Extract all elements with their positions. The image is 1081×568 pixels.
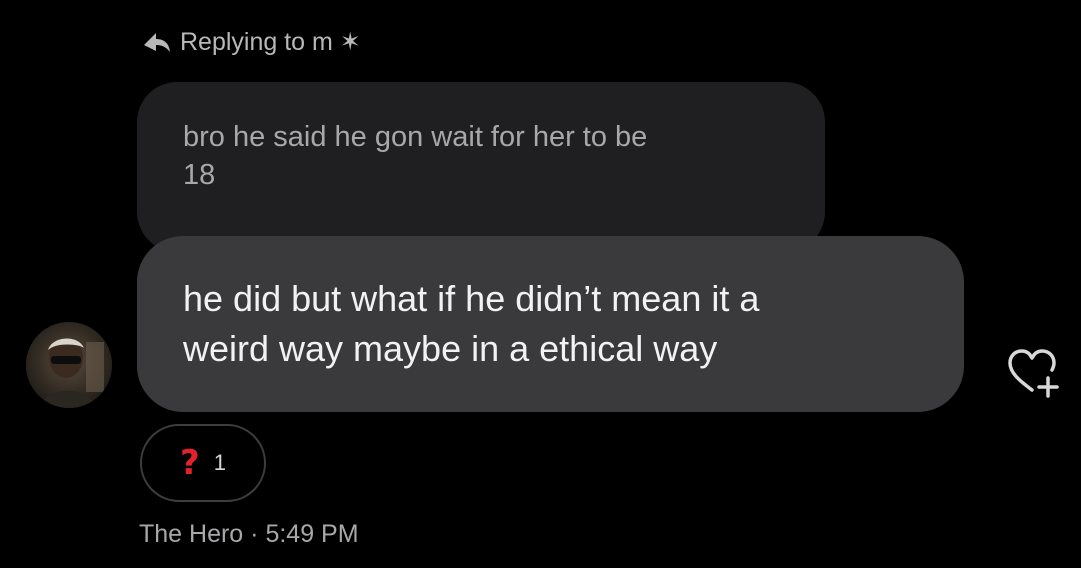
reply-arrow-icon	[142, 30, 172, 54]
message-line: he did but what if he didn’t mean it a	[183, 278, 760, 319]
message-meta: The Hero · 5:49 PM	[139, 520, 359, 549]
message-time: 5:49 PM	[265, 520, 359, 548]
reaction-count: 1	[213, 450, 226, 475]
reply-label: Replying to m ✶	[180, 28, 361, 56]
quoted-message-bubble[interactable]: bro he said he gon wait for her to be 18	[137, 82, 825, 252]
reply-header: Replying to m ✶	[142, 22, 361, 62]
question-mark-emoji-icon: ?	[180, 443, 200, 483]
heart-plus-icon[interactable]	[1006, 348, 1062, 400]
meta-separator: ·	[243, 520, 266, 548]
reaction-pill[interactable]: ? 1	[140, 424, 266, 502]
sender-name: The Hero	[139, 520, 244, 548]
message-bubble[interactable]: he did but what if he didn’t mean it a w…	[137, 236, 964, 412]
quoted-message-line: bro he said he gon wait for her to be	[183, 121, 648, 153]
quoted-message-line: 18	[183, 159, 216, 191]
avatar[interactable]	[26, 322, 112, 408]
message-line: weird way maybe in a ethical way	[183, 328, 718, 369]
